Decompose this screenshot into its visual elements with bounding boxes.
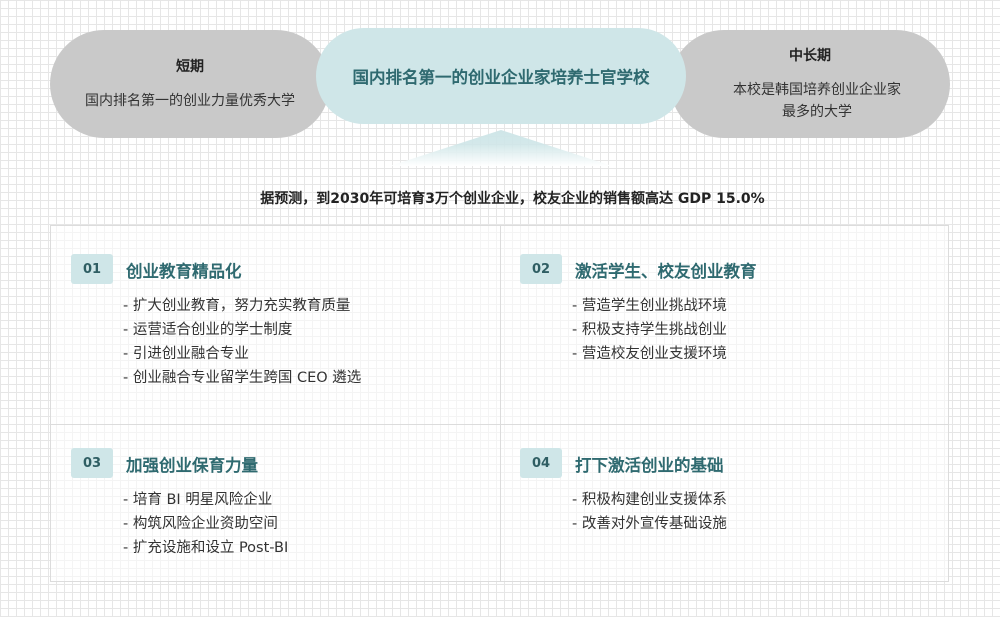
long-term-text: 本校是韩国培养创业企业家最多的大学 bbox=[733, 82, 901, 120]
long-term-title: 中长期 bbox=[789, 48, 831, 64]
list-item: 运营适合创业的学士制度 bbox=[123, 318, 361, 342]
up-arrow-icon bbox=[390, 130, 612, 166]
list-item: 营造校友创业支援环境 bbox=[572, 342, 727, 366]
horizontal-divider bbox=[51, 424, 948, 425]
quadrant-item-list: 营造学生创业挑战环境 积极支持学生挑战创业 营造校友创业支援环境 bbox=[572, 294, 727, 366]
strategy-panel: 01 创业教育精品化 扩大创业教育，努力充实教育质量 运营适合创业的学士制度 引… bbox=[50, 225, 949, 582]
quadrant-title: 创业教育精品化 bbox=[126, 262, 242, 281]
short-term-title: 短期 bbox=[176, 59, 204, 75]
list-item: 构筑风险企业资助空间 bbox=[123, 512, 288, 536]
list-item: 扩大创业教育，努力充实教育质量 bbox=[123, 294, 361, 318]
quadrant-number-badge: 02 bbox=[520, 254, 562, 284]
quadrant-item-list: 培育 BI 明星风险企业 构筑风险企业资助空间 扩充设施和设立 Post-BI bbox=[123, 488, 288, 560]
center-goal-pill: 国内排名第一的创业企业家培养士官学校 bbox=[316, 28, 686, 124]
list-item: 引进创业融合专业 bbox=[123, 342, 361, 366]
vertical-divider bbox=[500, 226, 501, 581]
list-item: 积极支持学生挑战创业 bbox=[572, 318, 727, 342]
list-item: 营造学生创业挑战环境 bbox=[572, 294, 727, 318]
quadrant-title: 打下激活创业的基础 bbox=[575, 456, 724, 475]
list-item: 改善对外宣传基础设施 bbox=[572, 512, 727, 536]
short-term-pill: 短期 国内排名第一的创业力量优秀大学 bbox=[50, 30, 330, 138]
quadrant-number-badge: 01 bbox=[71, 254, 113, 284]
short-term-text: 国内排名第一的创业力量优秀大学 bbox=[85, 93, 295, 109]
center-goal-text: 国内排名第一的创业企业家培养士官学校 bbox=[352, 68, 650, 87]
quadrant-title: 激活学生、校友创业教育 bbox=[575, 262, 757, 281]
list-item: 创业融合专业留学生跨国 CEO 遴选 bbox=[123, 366, 361, 390]
quadrant-number-badge: 03 bbox=[71, 448, 113, 478]
list-item: 扩充设施和设立 Post-BI bbox=[123, 536, 288, 560]
long-term-pill: 中长期 本校是韩国培养创业企业家最多的大学 bbox=[670, 30, 950, 138]
list-item: 培育 BI 明星风险企业 bbox=[123, 488, 288, 512]
quadrant-number-badge: 04 bbox=[520, 448, 562, 478]
forecast-text: 据预测，到2030年可培育3万个创业企业，校友企业的销售额高达 GDP 15.0… bbox=[260, 191, 765, 207]
list-item: 积极构建创业支援体系 bbox=[572, 488, 727, 512]
quadrant-item-list: 积极构建创业支援体系 改善对外宣传基础设施 bbox=[572, 488, 727, 536]
quadrant-title: 加强创业保育力量 bbox=[126, 456, 258, 475]
quadrant-item-list: 扩大创业教育，努力充实教育质量 运营适合创业的学士制度 引进创业融合专业 创业融… bbox=[123, 294, 361, 390]
